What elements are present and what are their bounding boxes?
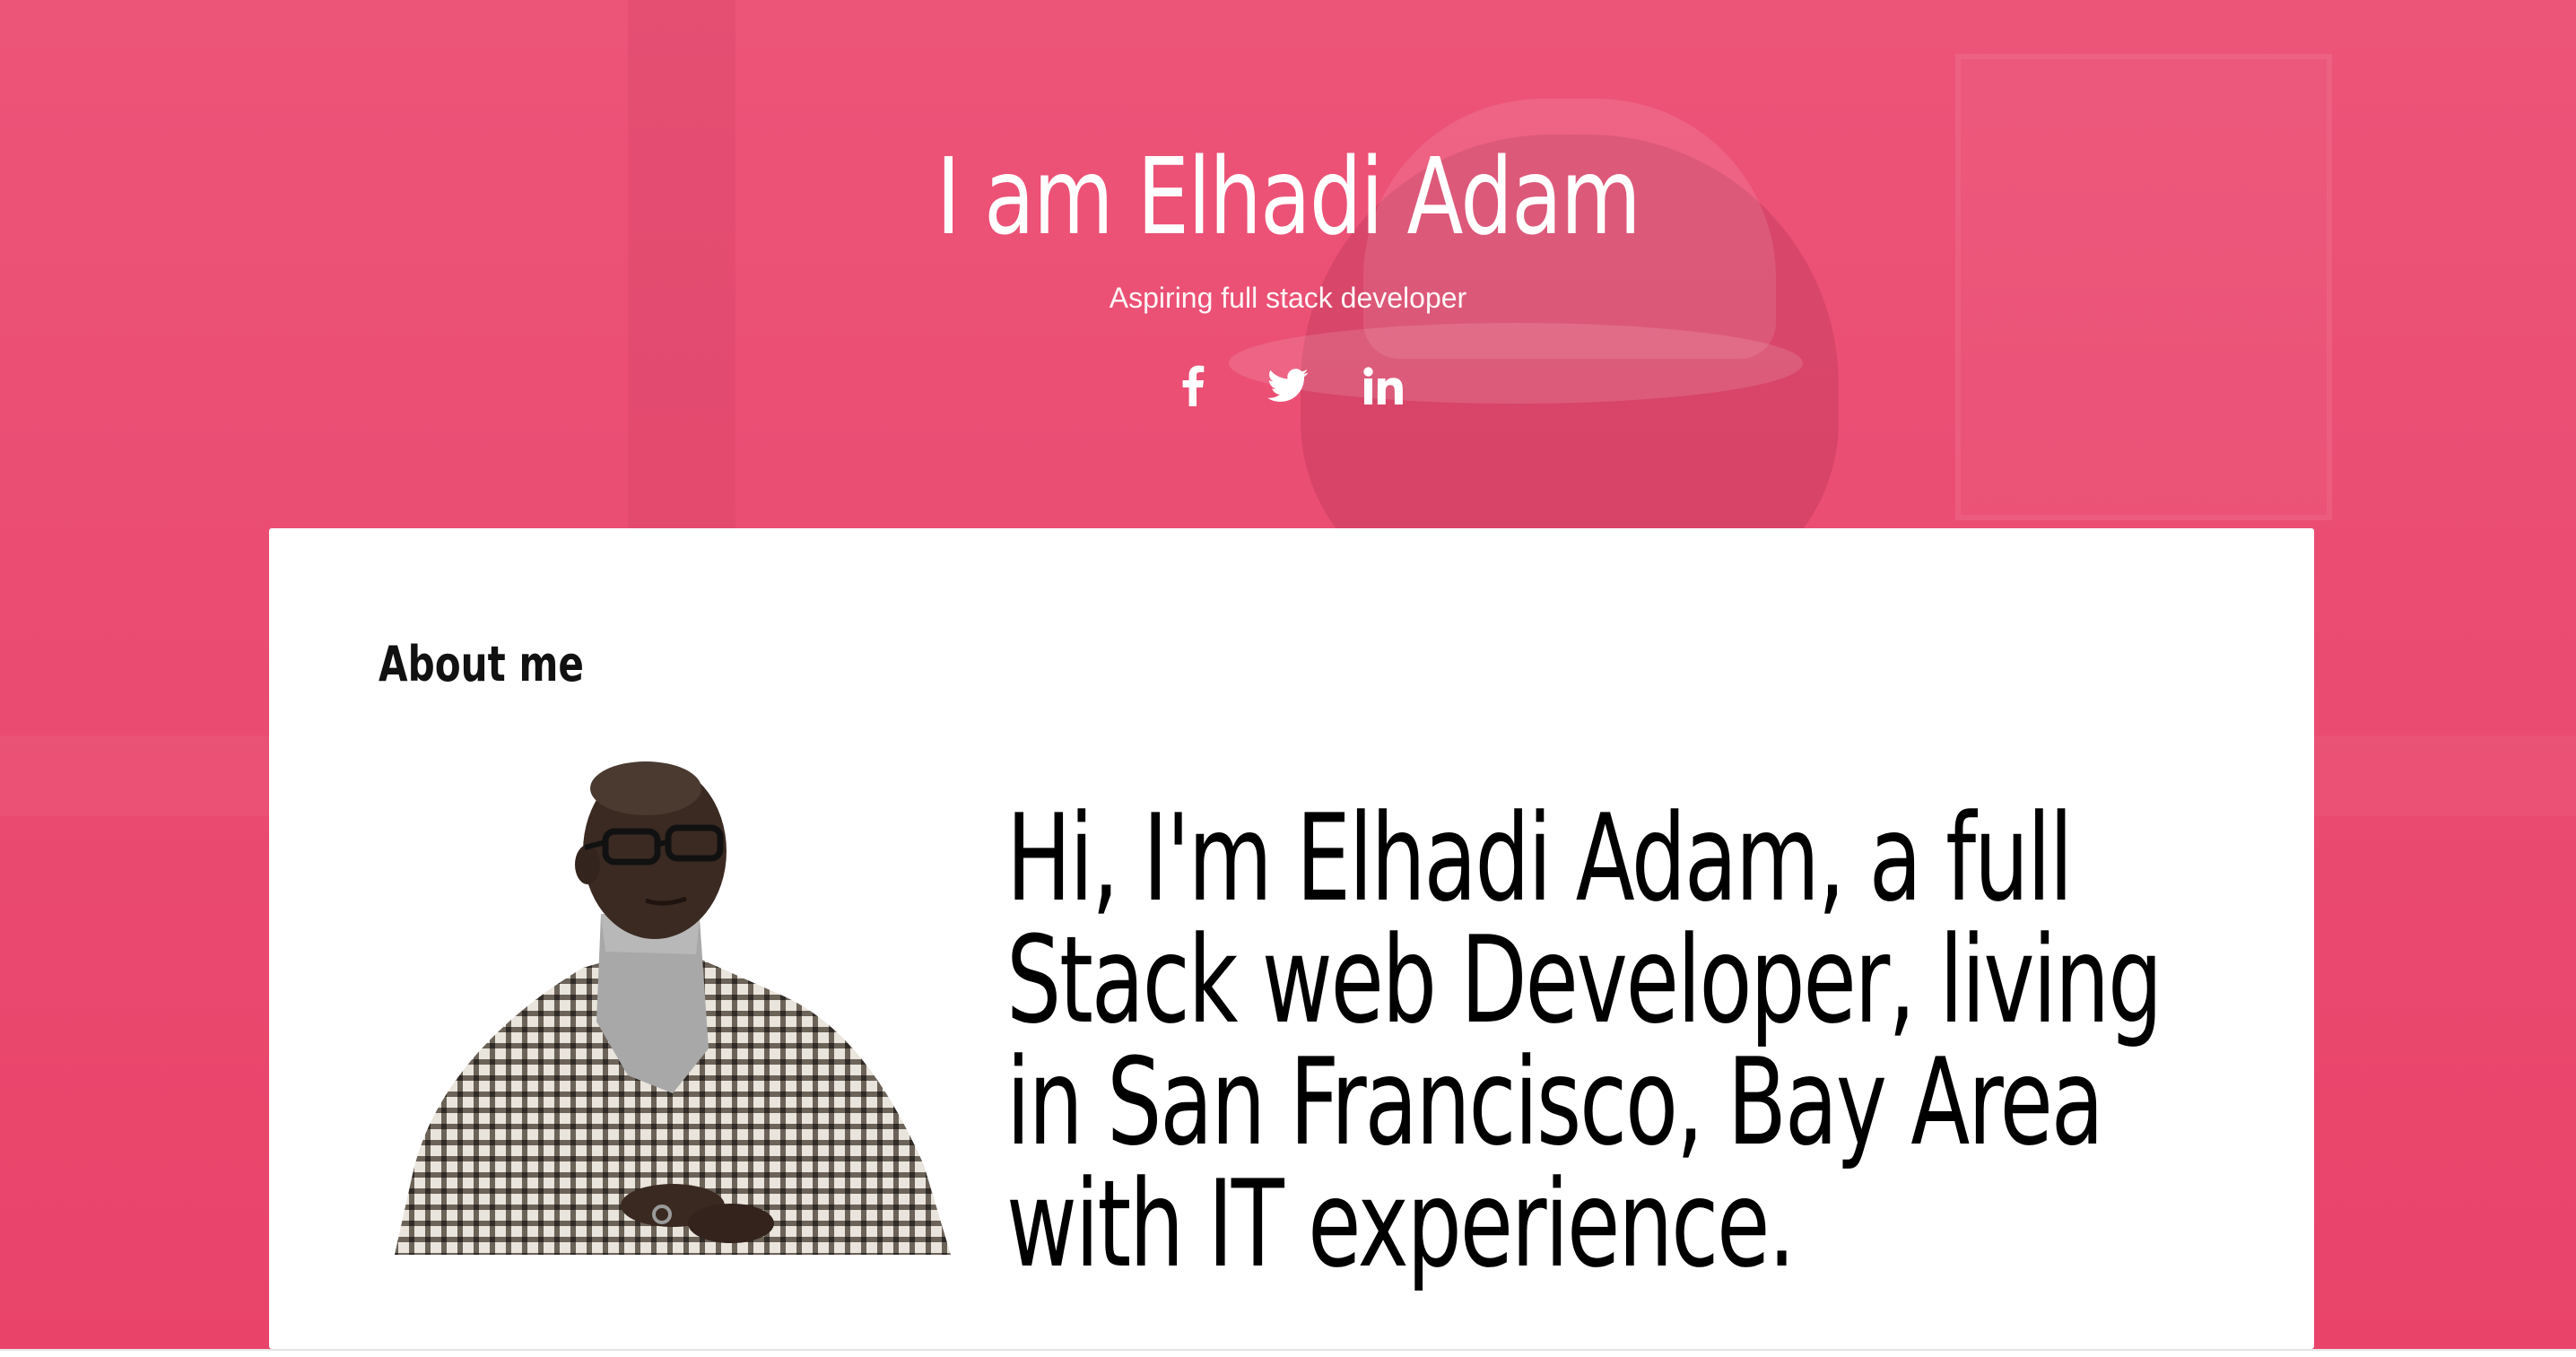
bio-text: Hi, I'm Elhadi Adam, a full Stack web De…	[1006, 788, 2163, 1294]
about-card: About me Hi, I'm Elhadi Adam, a full Sta…	[269, 528, 2314, 1349]
linkedin-icon[interactable]	[1361, 363, 1405, 408]
twitter-icon[interactable]	[1266, 363, 1310, 408]
profile-photo	[377, 752, 969, 1264]
facebook-icon[interactable]	[1171, 363, 1215, 408]
hero-subtitle: Aspiring full stack developer	[1109, 282, 1467, 314]
page-bottom-edge	[0, 1349, 2576, 1357]
hero-title: I am Elhadi Adam	[936, 135, 1641, 258]
social-links	[0, 363, 2576, 408]
about-heading: About me	[379, 636, 584, 692]
